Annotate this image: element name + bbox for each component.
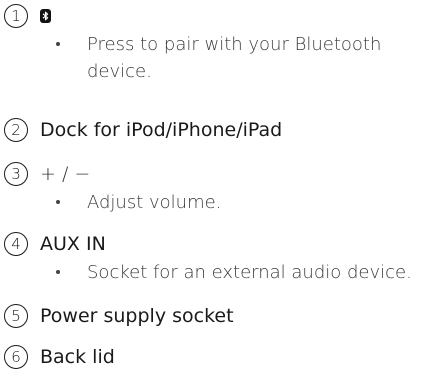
item-header: 1 <box>4 1 407 31</box>
list-item-1: 1 Press to pair with your Bluetooth devi… <box>4 1 407 85</box>
item-description: Adjust volume. <box>87 192 222 213</box>
item-title: AUX IN <box>40 233 106 255</box>
item-number-badge: 3 <box>4 162 28 186</box>
item-header: 4 AUX IN <box>4 229 427 259</box>
item-header: 5 Power supply socket <box>4 301 234 331</box>
bluetooth-icon <box>40 9 51 23</box>
item-title: Dock for iPod/iPhone/iPad <box>40 119 283 141</box>
list-item-5: 5 Power supply socket <box>4 301 234 331</box>
item-number-badge: 4 <box>4 232 28 256</box>
item-header: 6 Back lid <box>4 342 115 372</box>
item-title: Power supply socket <box>40 305 234 327</box>
item-header: 3 + / − <box>4 159 407 189</box>
bullet-dot <box>56 42 60 46</box>
item-title: Back lid <box>40 346 115 368</box>
item-description: Socket for an external audio device. <box>87 262 412 283</box>
list-item-2: 2 Dock for iPod/iPhone/iPad <box>4 115 282 145</box>
list-item-6: 6 Back lid <box>4 342 115 372</box>
list-item-bullet: Socket for an external audio device. <box>56 259 427 286</box>
item-header: 2 Dock for iPod/iPhone/iPad <box>4 115 282 145</box>
item-title: + / − <box>40 163 91 185</box>
list-item-4: 4 AUX IN Socket for an external audio de… <box>4 229 427 286</box>
list-item-bullet: Press to pair with your Bluetooth device… <box>56 31 407 85</box>
list-item-3: 3 + / − Adjust volume. <box>4 159 407 216</box>
feature-list: 1 Press to pair with your Bluetooth devi… <box>0 0 432 376</box>
item-number-badge: 6 <box>4 345 28 369</box>
item-description: Press to pair with your Bluetooth device… <box>87 34 382 82</box>
item-number-badge: 5 <box>4 304 28 328</box>
bullet-dot <box>56 200 60 204</box>
item-number-badge: 2 <box>4 118 28 142</box>
list-item-bullet: Adjust volume. <box>56 189 407 216</box>
item-number-badge: 1 <box>4 4 28 28</box>
bullet-dot <box>56 270 60 274</box>
